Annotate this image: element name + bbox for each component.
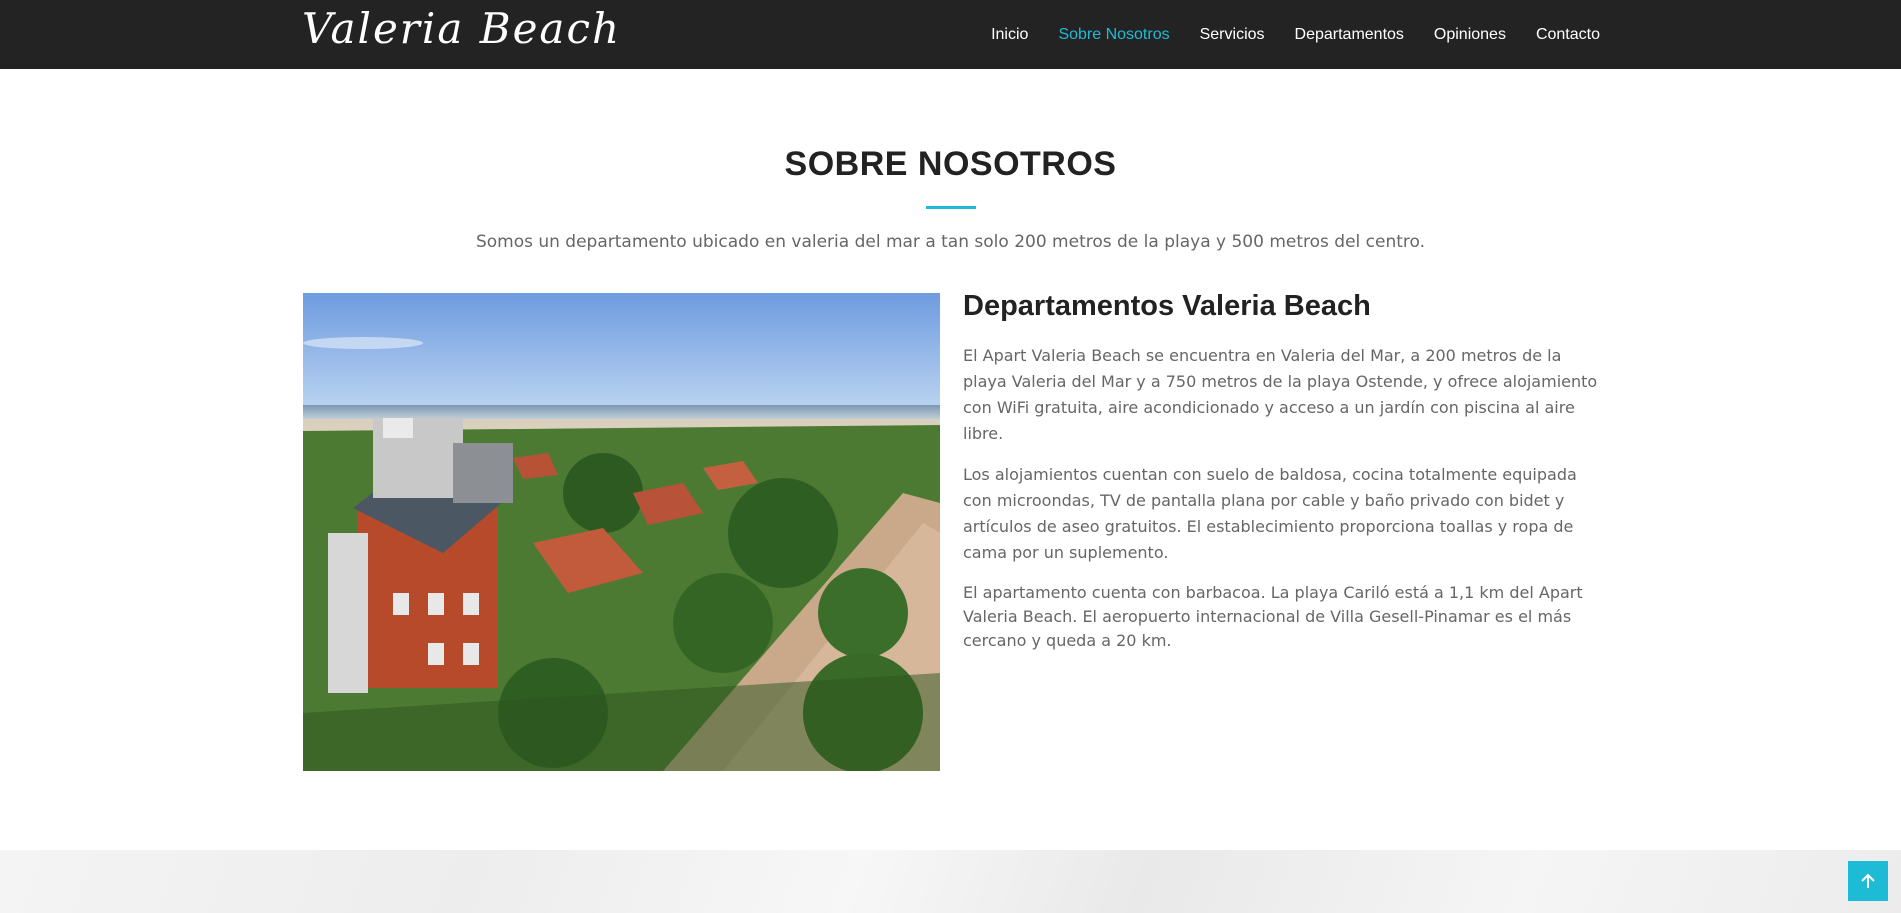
nav-servicios[interactable]: Servicios <box>1200 26 1265 44</box>
nav-contacto[interactable]: Contacto <box>1536 26 1600 44</box>
about-content: Departamentos Valeria Beach El Apart Val… <box>963 290 1603 668</box>
about-paragraph-2: Los alojamientos cuentan con suelo de ba… <box>963 465 1577 562</box>
main-nav: Inicio Sobre Nosotros Servicios Departam… <box>991 0 1600 69</box>
back-to-top-button[interactable] <box>1848 861 1888 901</box>
nav-departamentos[interactable]: Departamentos <box>1295 26 1404 44</box>
top-navbar: Valeria Beach Inicio Sobre Nosotros Serv… <box>0 0 1901 69</box>
nav-sobre-nosotros[interactable]: Sobre Nosotros <box>1058 26 1169 44</box>
section-subtitle: Somos un departamento ubicado en valeria… <box>475 232 1426 252</box>
next-section-background <box>0 850 1901 913</box>
nav-opiniones[interactable]: Opiniones <box>1434 26 1506 44</box>
section-title: SOBRE NOSOTROS <box>784 145 1117 183</box>
about-paragraph-1: El Apart Valeria Beach se encuentra en V… <box>963 346 1598 443</box>
title-underline <box>926 206 976 209</box>
about-paragraph-3: El apartamento cuenta con barbacoa. La p… <box>963 583 1583 650</box>
nav-inicio[interactable]: Inicio <box>991 26 1028 44</box>
arrow-up-icon <box>1861 873 1875 888</box>
aerial-beach-photo <box>303 293 940 771</box>
content-heading: Departamentos Valeria Beach <box>963 290 1371 322</box>
site-logo[interactable]: Valeria Beach <box>302 4 621 53</box>
